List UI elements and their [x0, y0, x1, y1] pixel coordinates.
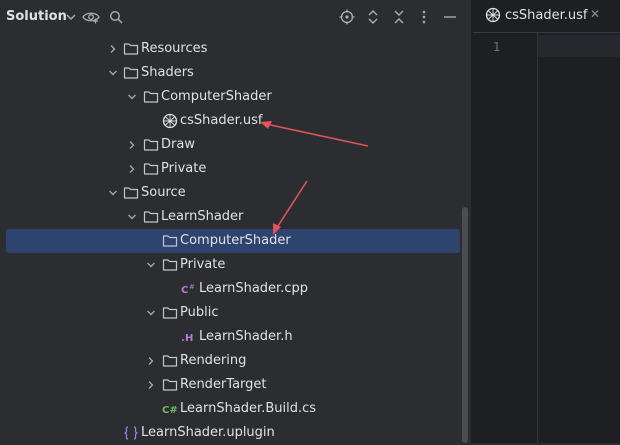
tree-row-label: Shaders [141, 65, 194, 80]
tree-row[interactable]: Source [0, 181, 471, 205]
chevron-down-icon[interactable] [127, 212, 137, 222]
chevron-right-icon[interactable] [146, 356, 156, 366]
header-file-icon: H [181, 329, 197, 345]
locate-icon[interactable] [338, 8, 356, 26]
code-area[interactable] [538, 33, 620, 443]
tree-row[interactable]: ComputerShader [0, 85, 471, 109]
tree-row-label: LearnShader.cpp [199, 281, 308, 296]
tree-row[interactable]: Private [0, 157, 471, 181]
tree-row[interactable]: Public [0, 301, 471, 325]
cpp-file-icon: C # [181, 281, 197, 297]
tree-row-label: LearnShader.h [199, 329, 293, 344]
folder-icon [143, 209, 159, 225]
tree-row[interactable]: Shaders [0, 61, 471, 85]
tree-row-label: LearnShader [161, 209, 244, 224]
tree-row[interactable]: H LearnShader.h [0, 325, 471, 349]
tree-row-selected[interactable]: ComputerShader [6, 229, 460, 253]
tree-row-label: Rendering [180, 353, 247, 368]
chevron-right-icon[interactable] [108, 44, 118, 54]
folder-icon [143, 137, 159, 153]
folder-icon [143, 161, 159, 177]
csharp-file-icon: C# [162, 401, 178, 417]
uplugin-file-icon [123, 425, 139, 441]
folder-icon [123, 65, 139, 81]
tree-row-label: ComputerShader [180, 233, 291, 248]
tree-row[interactable]: Draw [0, 133, 471, 157]
tree-row-label: RenderTarget [180, 377, 267, 392]
tree-row[interactable]: csShader.usf [0, 109, 471, 133]
tree-row-label: LearnShader.uplugin [141, 425, 275, 440]
close-tab-icon[interactable]: ✕ [590, 7, 600, 21]
solution-title[interactable]: Solution [6, 9, 67, 24]
folder-icon [123, 185, 139, 201]
chevron-down-icon[interactable] [146, 308, 156, 318]
tree-row[interactable]: Resources [0, 37, 471, 61]
chevron-right-icon[interactable] [127, 164, 137, 174]
svg-text:C: C [181, 285, 188, 296]
line-number: 1 [493, 40, 501, 54]
minimize-icon[interactable] [441, 8, 459, 26]
tree-row[interactable]: RenderTarget [0, 373, 471, 397]
folder-icon [162, 377, 178, 393]
expand-all-icon[interactable] [364, 8, 382, 26]
chevron-right-icon[interactable] [146, 380, 156, 390]
tree-row[interactable]: LearnShader.uplugin [0, 421, 471, 445]
editor-tab-bar: csShader.usf ✕ [473, 0, 620, 33]
editor-tab-label: csShader.usf [505, 8, 588, 23]
tree-row-label: Private [180, 257, 226, 272]
tree-row[interactable]: LearnShader [0, 205, 471, 229]
tree-row-label: csShader.usf [180, 113, 263, 128]
tree-row[interactable]: C# LearnShader.Build.cs [0, 397, 471, 421]
tree-row-label: ComputerShader [161, 89, 272, 104]
chevron-down-icon[interactable] [146, 260, 156, 270]
chevron-down-icon[interactable] [127, 92, 137, 102]
tree-row-label: Public [180, 305, 219, 320]
tree-row-label: Source [141, 185, 186, 200]
chevron-down-icon[interactable] [108, 68, 118, 78]
solution-header: Solution [0, 0, 471, 34]
tree-row-label: Private [161, 161, 207, 176]
folder-icon [162, 353, 178, 369]
svg-text:#: # [189, 283, 195, 291]
shader-file-icon [485, 7, 501, 27]
tree-row-label: LearnShader.Build.cs [180, 401, 317, 416]
search-icon[interactable] [107, 8, 125, 26]
tree-row[interactable]: Private [0, 253, 471, 277]
solution-panel: Solution Resources Shaders ComputerShader c… [0, 0, 471, 443]
folder-icon [162, 233, 178, 249]
tree-row[interactable]: C # LearnShader.cpp [0, 277, 471, 301]
eye-icon[interactable] [82, 8, 100, 26]
folder-icon [143, 89, 159, 105]
collapse-all-icon[interactable] [390, 8, 408, 26]
editor-panel: csShader.usf ✕ 1 [473, 0, 620, 443]
chevron-right-icon[interactable] [127, 140, 137, 150]
more-options-icon[interactable] [415, 8, 433, 26]
chevron-down-icon[interactable] [108, 188, 118, 198]
tree-row[interactable]: Rendering [0, 349, 471, 373]
folder-icon [162, 257, 178, 273]
tree-row-label: Draw [161, 137, 195, 152]
folder-icon [123, 41, 139, 57]
svg-text:C#: C# [162, 405, 178, 416]
tree-row-label: Resources [141, 41, 208, 56]
folder-icon [162, 305, 178, 321]
tree-scrollbar[interactable] [462, 207, 468, 443]
shader-file-icon [162, 113, 178, 129]
chevron-down-icon[interactable] [62, 8, 80, 26]
svg-text:H: H [185, 333, 193, 344]
